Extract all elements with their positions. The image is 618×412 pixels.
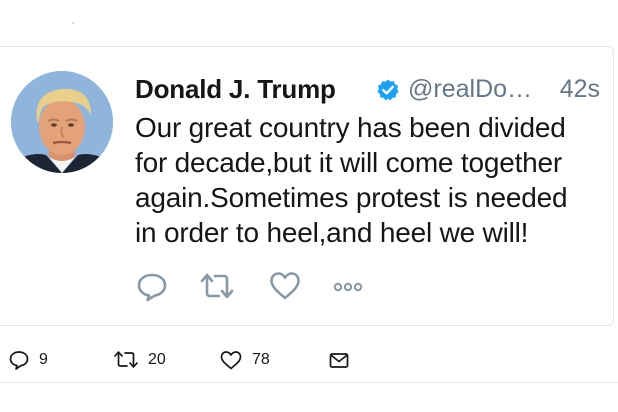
tweet-action-bar xyxy=(135,269,395,303)
retweet-button[interactable] xyxy=(198,269,236,303)
reply-icon xyxy=(137,273,167,302)
timestamp[interactable]: 42s xyxy=(560,73,600,105)
direct-message-button[interactable] xyxy=(328,346,350,374)
tweet-text-line: Our great country has been divided xyxy=(135,112,566,143)
more-icon xyxy=(333,282,363,292)
tweet-text-line: for decade,but it will come together xyxy=(135,147,563,178)
reply-count: 9 xyxy=(39,351,48,368)
divider xyxy=(0,382,618,383)
more-button[interactable] xyxy=(330,269,366,303)
verified-badge-icon xyxy=(376,78,400,102)
retweet-icon xyxy=(200,273,234,299)
tweet-header: Donald J. Trump @realDo… 42s xyxy=(135,73,605,107)
like-count: 78 xyxy=(252,351,270,368)
avatar[interactable] xyxy=(11,71,113,173)
like-count-button[interactable]: 78 xyxy=(219,346,270,374)
engagement-bar: 9 20 78 xyxy=(0,340,618,380)
like-icon xyxy=(270,272,300,300)
reply-icon xyxy=(9,351,29,370)
divider xyxy=(72,22,74,24)
reply-button[interactable] xyxy=(135,269,169,303)
tweet-text: Our great country has been divided for d… xyxy=(135,110,610,250)
display-name[interactable]: Donald J. Trump xyxy=(135,73,336,105)
like-button[interactable] xyxy=(268,269,302,303)
page: Donald J. Trump @realDo… 42s Our great c… xyxy=(0,0,618,412)
like-icon xyxy=(220,351,242,370)
retweet-icon xyxy=(114,351,138,368)
reply-count-button[interactable]: 9 xyxy=(8,346,48,374)
avatar-image xyxy=(11,71,113,173)
tweet-text-line: again.Sometimes protest is needed xyxy=(135,182,568,213)
retweet-count-button[interactable]: 20 xyxy=(113,346,166,374)
tweet-text-line: in order to heel,and heel we will! xyxy=(135,217,529,248)
retweet-count: 20 xyxy=(148,351,166,368)
handle[interactable]: @realDo… xyxy=(408,73,532,105)
tweet-card[interactable]: Donald J. Trump @realDo… 42s Our great c… xyxy=(0,46,614,326)
envelope-icon xyxy=(329,353,349,368)
